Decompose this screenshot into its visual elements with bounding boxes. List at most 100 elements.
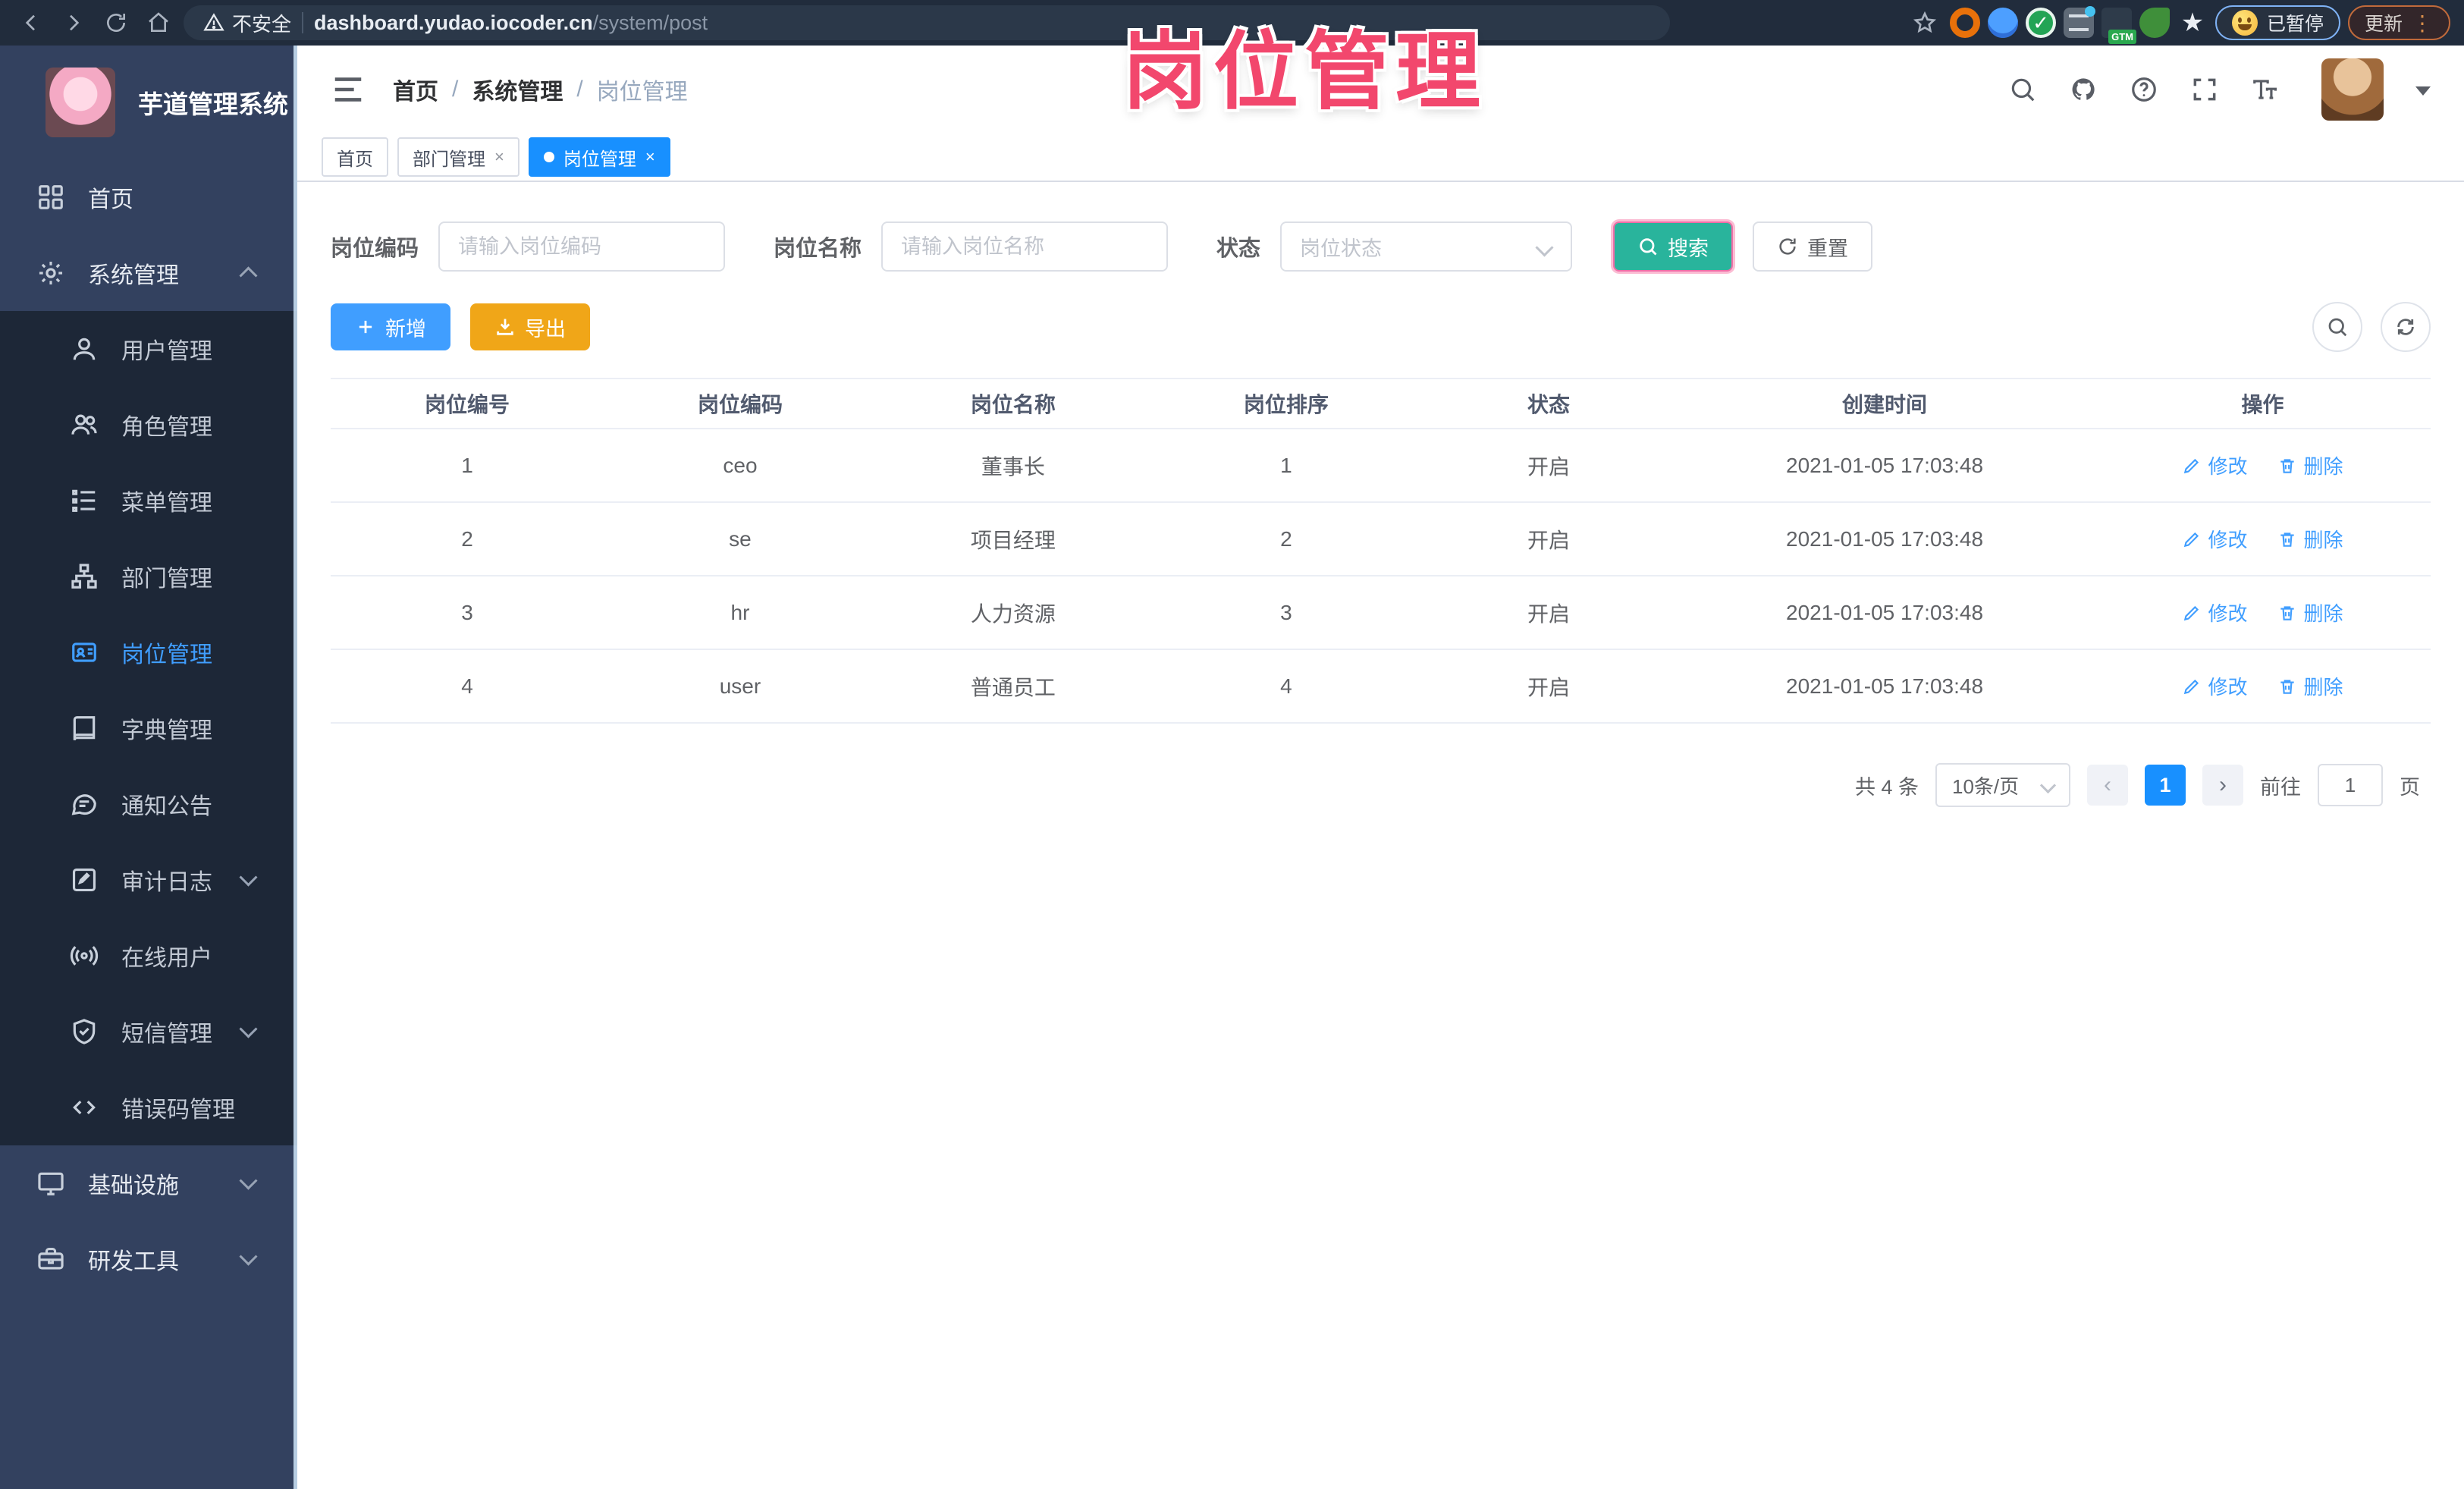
goto-page-input[interactable]	[2318, 764, 2383, 806]
page-number-1[interactable]: 1	[2145, 765, 2186, 806]
avatar-caret-down-icon[interactable]	[2415, 86, 2431, 103]
sidebar-item-角色管理[interactable]: 角色管理	[0, 387, 297, 463]
security-label: 不安全	[232, 12, 292, 36]
help-icon[interactable]	[2127, 73, 2161, 106]
cell-post-code: se	[603, 502, 877, 576]
edit-link[interactable]: 修改	[2182, 598, 2247, 627]
refresh-table-button[interactable]	[2381, 302, 2431, 352]
hamburger-icon[interactable]	[331, 72, 366, 107]
extension-leaf-icon[interactable]	[2139, 8, 2170, 38]
security-warning[interactable]: 不安全	[203, 9, 291, 37]
sidebar-item-研发工具[interactable]: 研发工具	[0, 1221, 297, 1297]
post-code-input[interactable]	[438, 221, 726, 272]
user-icon	[70, 335, 99, 363]
add-button[interactable]: 新增	[331, 303, 450, 350]
update-button[interactable]: 更新 ⋮	[2347, 5, 2450, 40]
sidebar-item-岗位管理[interactable]: 岗位管理	[0, 614, 297, 690]
pagination: 共 4 条 10条/页 ‹ 1 › 前往 页	[331, 763, 2431, 807]
delete-link[interactable]: 删除	[2277, 598, 2343, 627]
sidebar-item-部门管理[interactable]: 部门管理	[0, 539, 297, 614]
filter-form: 岗位编码 岗位名称 状态 岗位状态 搜索 重置	[331, 221, 2431, 272]
extension-ring-icon[interactable]	[1949, 8, 1980, 38]
app-logo-row[interactable]: 芋道管理系统	[0, 46, 297, 159]
toggle-search-button[interactable]	[2312, 302, 2362, 352]
header-search-icon[interactable]	[2006, 73, 2039, 106]
breadcrumb-system[interactable]: 系统管理	[472, 73, 563, 106]
content: 岗位编码 岗位名称 状态 岗位状态 搜索 重置	[297, 182, 2464, 807]
sidebar-item-错误码管理[interactable]: 错误码管理	[0, 1070, 297, 1145]
github-icon[interactable]	[2067, 73, 2100, 106]
edit-link[interactable]: 修改	[2182, 525, 2247, 553]
sidebar-item-用户管理[interactable]: 用户管理	[0, 311, 297, 387]
forward-icon[interactable]	[56, 5, 91, 40]
sidebar-item-label: 菜单管理	[121, 491, 212, 516]
tab-close-icon[interactable]: ×	[645, 147, 655, 167]
breadcrumb-separator: /	[576, 77, 583, 102]
font-size-icon[interactable]	[2249, 73, 2282, 106]
extension-check-icon[interactable]: ✓	[2025, 8, 2056, 38]
cell-post-id: 3	[331, 576, 604, 650]
sidebar-item-首页[interactable]: 首页	[0, 159, 297, 235]
sidebar-item-label: 审计日志	[121, 870, 212, 895]
bookmark-star-icon[interactable]	[1907, 5, 1942, 40]
table-header-row: 岗位编号 岗位编码 岗位名称 岗位排序 状态 创建时间 操作	[331, 378, 2431, 429]
post-table: 岗位编号 岗位编码 岗位名称 岗位排序 状态 创建时间 操作 1 ceo 董事长…	[331, 378, 2431, 724]
edit-link[interactable]: 修改	[2182, 451, 2247, 479]
edit-pencil-icon	[2184, 532, 2199, 547]
tab-部门管理[interactable]: 部门管理 ×	[397, 137, 519, 177]
tab-首页[interactable]: 首页 ×	[322, 137, 388, 177]
sidebar-item-字典管理[interactable]: 字典管理	[0, 690, 297, 766]
extension-gtm-icon[interactable]: GTM	[2101, 8, 2136, 44]
tab-close-icon[interactable]: ×	[494, 147, 504, 167]
extension-pin-icon[interactable]	[1987, 8, 2018, 38]
sidebar-item-菜单管理[interactable]: 菜单管理	[0, 463, 297, 539]
reload-icon[interactable]	[99, 5, 133, 40]
profile-paused-badge[interactable]: 已暂停	[2214, 5, 2340, 40]
extension-puzzle-icon[interactable]: ★	[2177, 8, 2208, 38]
user-avatar[interactable]	[2321, 58, 2384, 121]
delete-link[interactable]: 删除	[2277, 525, 2343, 553]
delete-link[interactable]: 删除	[2277, 672, 2343, 700]
tab-岗位管理[interactable]: 岗位管理 ×	[528, 137, 670, 177]
paused-label: 已暂停	[2266, 14, 2324, 35]
back-icon[interactable]	[14, 5, 49, 40]
sidebar-item-短信管理[interactable]: 短信管理	[0, 994, 297, 1070]
sidebar-item-基础设施[interactable]: 基础设施	[0, 1145, 297, 1221]
dashboard-icon	[36, 183, 65, 212]
status-select[interactable]: 岗位状态	[1280, 221, 1573, 272]
devtools-icon	[36, 1245, 65, 1274]
sidebar-item-label: 研发工具	[88, 1249, 179, 1274]
page-size-select[interactable]: 10条/页	[1935, 763, 2070, 807]
search-icon	[2328, 318, 2347, 337]
app-title: 芋道管理系统	[138, 90, 288, 118]
edit-link[interactable]: 修改	[2182, 672, 2247, 700]
infrastructure-icon	[36, 1169, 65, 1198]
cell-post-code: hr	[603, 576, 877, 650]
prev-page-button[interactable]: ‹	[2087, 765, 2128, 806]
search-button[interactable]: 搜索	[1613, 221, 1734, 272]
fullscreen-icon[interactable]	[2188, 73, 2221, 106]
address-bar[interactable]: 不安全 dashboard.yudao.iocoder.cn/system/po…	[184, 5, 1670, 40]
browser-menu-icon[interactable]: ⋮	[2412, 11, 2434, 36]
sidebar-item-label: 部门管理	[121, 567, 212, 592]
sidebar-item-在线用户[interactable]: 在线用户	[0, 918, 297, 994]
breadcrumb-home[interactable]: 首页	[393, 73, 438, 106]
delete-link[interactable]: 删除	[2277, 451, 2343, 479]
cell-post-id: 2	[331, 502, 604, 576]
system-submenu: 用户管理 角色管理 菜单管理 部门管理 岗位管理 字典管理 通知公告 审计日志 …	[0, 311, 297, 1145]
sidebar-item-通知公告[interactable]: 通知公告	[0, 766, 297, 842]
export-button[interactable]: 导出	[470, 303, 590, 350]
sidebar-item-label: 短信管理	[121, 1022, 212, 1047]
extension-sliders-icon[interactable]	[2063, 6, 2095, 38]
delete-link-label: 删除	[2303, 676, 2343, 699]
cell-created: 2021-01-05 17:03:48	[1675, 576, 2095, 650]
home-icon[interactable]	[141, 5, 176, 40]
post-name-input[interactable]	[881, 221, 1169, 272]
url-text: dashboard.yudao.iocoder.cn/system/post	[314, 11, 708, 35]
tag-view-bar: 首页 × 部门管理 × 岗位管理 ×	[297, 134, 2464, 182]
sidebar-item-系统管理[interactable]: 系统管理	[0, 235, 297, 311]
next-page-button[interactable]: ›	[2202, 765, 2243, 806]
sidebar-item-审计日志[interactable]: 审计日志	[0, 842, 297, 918]
reset-button[interactable]: 重置	[1753, 221, 1873, 272]
cell-post-code: ceo	[603, 429, 877, 503]
